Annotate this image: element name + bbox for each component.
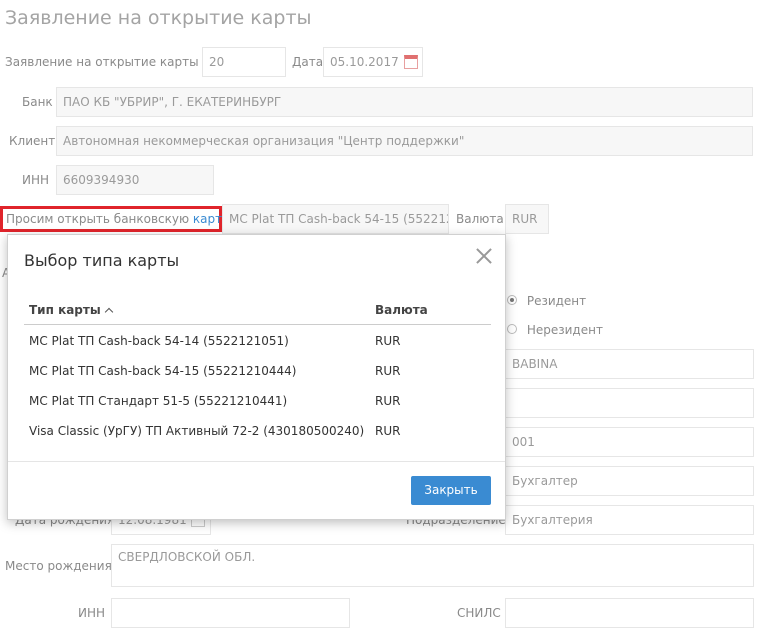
- dialog-footer-divider: [8, 461, 505, 462]
- position-field[interactable]: Бухгалтер: [505, 466, 754, 496]
- app-number-label: Заявление на открытие карты N: [5, 55, 212, 69]
- column-header-currency[interactable]: Валюта: [375, 303, 428, 317]
- currency-cell: RUR: [375, 364, 401, 378]
- currency-field[interactable]: RUR: [505, 204, 549, 234]
- table-row[interactable]: Visa Classic (УрГУ) ТП Активный 72-2 (43…: [24, 416, 474, 446]
- resident-radio[interactable]: [507, 295, 517, 305]
- surname-field[interactable]: BABINA: [505, 349, 754, 379]
- card-type-dialog: Выбор типа карты Тип карты Валюта MC Pla…: [7, 234, 506, 520]
- nonresident-radio[interactable]: [507, 324, 517, 334]
- employee-inn-field[interactable]: [111, 598, 350, 628]
- date-field[interactable]: 05.10.2017: [323, 47, 423, 77]
- card-type-field[interactable]: MC Plat ТП Cash-back 54-15 (5522121: [222, 204, 449, 234]
- card-type-cell: MC Plat ТП Cash-back 54-15 (55221210444): [29, 364, 297, 378]
- bank-field[interactable]: ПАО КБ "УБРИР", Г. ЕКАТЕРИНБУРГ: [56, 87, 753, 117]
- grid-body: MC Plat ТП Cash-back 54-14 (5522121051) …: [24, 326, 491, 446]
- app-number-field[interactable]: 20: [202, 47, 286, 77]
- close-icon[interactable]: [475, 247, 493, 265]
- close-button[interactable]: Закрыть: [411, 476, 491, 505]
- date-label: Дата: [292, 55, 324, 69]
- page-title: Заявление на открытие карты: [5, 7, 312, 29]
- currency-label: Валюта: [456, 212, 504, 226]
- column-header-card-type[interactable]: Тип карты: [29, 303, 113, 317]
- resident-option[interactable]: Резидент: [507, 294, 586, 308]
- code-field[interactable]: 001: [505, 427, 754, 457]
- table-row[interactable]: MC Plat ТП Cash-back 54-14 (5522121051) …: [24, 326, 474, 356]
- nonresident-option[interactable]: Нерезидент: [507, 323, 603, 337]
- client-field[interactable]: Автономная некоммерческая организация "Ц…: [56, 126, 753, 156]
- birth-place-label: Место рождения: [5, 559, 112, 573]
- card-type-cell: MC Plat ТП Cash-back 54-14 (5522121051): [29, 334, 289, 348]
- currency-cell: RUR: [375, 334, 401, 348]
- department-field[interactable]: Бухгалтерия: [505, 505, 754, 535]
- snils-field[interactable]: [505, 598, 754, 628]
- snils-label: СНИЛС: [457, 606, 501, 620]
- card-request-label: Просим открыть банковскую карту: [0, 206, 229, 232]
- dialog-title: Выбор типа карты: [24, 251, 180, 270]
- bank-label: Банк: [22, 95, 53, 109]
- date-value: 05.10.2017: [330, 55, 399, 69]
- client-label: Клиент: [9, 134, 56, 148]
- employee-inn-label: ИНН: [78, 606, 106, 620]
- resident-label: Резидент: [526, 294, 587, 308]
- card-type-cell: Visa Classic (УрГУ) ТП Активный 72-2 (43…: [29, 424, 365, 438]
- table-row[interactable]: MC Plat ТП Стандарт 51-5 (55221210441) R…: [24, 386, 474, 416]
- sort-ascending-icon: [104, 307, 113, 317]
- calendar-icon[interactable]: [404, 55, 418, 69]
- nonresident-label: Нерезидент: [526, 323, 603, 337]
- currency-cell: RUR: [375, 424, 401, 438]
- inn-label: ИНН: [22, 173, 50, 187]
- table-row[interactable]: MC Plat ТП Cash-back 54-15 (55221210444)…: [24, 356, 474, 386]
- birth-place-field[interactable]: СВЕРДЛОВСКОЙ ОБЛ.: [111, 544, 754, 587]
- column-header-card-type-label: Тип карты: [29, 303, 101, 317]
- name-field[interactable]: [505, 388, 754, 418]
- card-request-text: Просим открыть банковскую: [6, 212, 193, 226]
- card-type-cell: MC Plat ТП Стандарт 51-5 (55221210441): [29, 394, 288, 408]
- grid-header: Тип карты Валюта: [24, 295, 491, 325]
- inn-field[interactable]: 6609394930: [56, 165, 214, 195]
- currency-cell: RUR: [375, 394, 401, 408]
